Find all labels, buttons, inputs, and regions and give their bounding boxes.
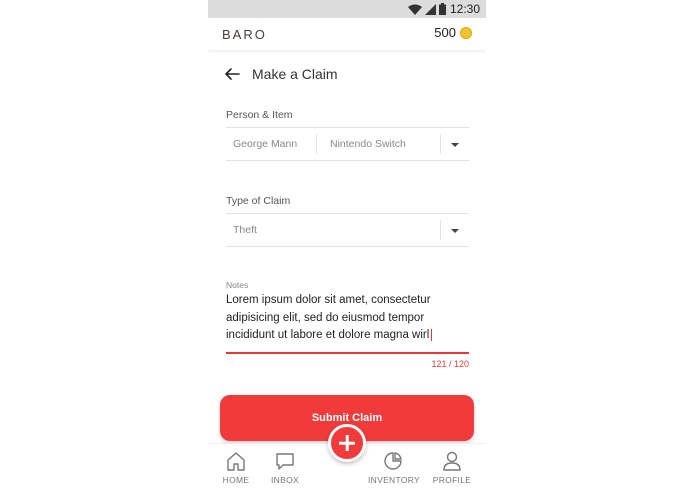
nav-inbox-label: INBOX (271, 475, 299, 485)
divider (440, 220, 441, 240)
status-time: 12:30 (449, 2, 480, 16)
person-value[interactable]: George Mann (233, 138, 297, 150)
page-header: Make a Claim (224, 66, 338, 82)
battery-icon (439, 3, 446, 15)
chevron-down-icon[interactable] (451, 229, 459, 233)
inbox-icon (276, 453, 294, 470)
claim-type-select[interactable]: Theft (226, 213, 469, 247)
coin-balance[interactable]: 500 (434, 25, 472, 40)
notes-underline (226, 352, 469, 354)
cell-signal-icon (425, 3, 436, 15)
inventory-icon (384, 452, 402, 470)
nav-home-label: HOME (222, 475, 250, 485)
nav-profile-label: PROFILE (432, 475, 472, 485)
wifi-icon (408, 4, 422, 15)
page-title: Make a Claim (252, 66, 338, 82)
claim-type-value[interactable]: Theft (233, 224, 257, 236)
coin-icon (460, 26, 472, 39)
add-fab-button[interactable] (328, 424, 366, 462)
divider (440, 134, 441, 154)
text-cursor (431, 328, 433, 341)
character-counter: 121 / 120 (431, 359, 469, 369)
item-value[interactable]: Nintendo Switch (330, 138, 406, 150)
phone-screen: 12:30 BARO 500 Make a Claim Person & Ite… (208, 0, 486, 494)
notes-label: Notes (226, 280, 249, 290)
back-arrow-icon[interactable] (224, 66, 240, 82)
nav-inbox[interactable]: INBOX (260, 450, 310, 485)
coin-balance-value: 500 (434, 25, 456, 40)
status-bar: 12:30 (208, 0, 486, 18)
claim-type-label: Type of Claim (226, 195, 291, 207)
status-icons (408, 3, 446, 15)
divider (316, 134, 317, 154)
app-bar: BARO 500 (208, 18, 486, 50)
notes-text: Lorem ipsum dolor sit amet, consectetur … (226, 294, 431, 341)
nav-inventory-label: INVENTORY (368, 475, 420, 485)
home-icon (227, 452, 245, 471)
brand-logo[interactable]: BARO (222, 27, 267, 42)
nav-home[interactable]: HOME (211, 450, 261, 485)
person-item-label: Person & Item (226, 109, 293, 121)
notes-field[interactable]: Lorem ipsum dolor sit amet, consectetur … (226, 292, 469, 345)
chevron-down-icon[interactable] (451, 143, 459, 147)
person-item-select[interactable]: George Mann Nintendo Switch (226, 127, 469, 161)
profile-icon (443, 451, 461, 471)
nav-profile[interactable]: PROFILE (427, 450, 477, 485)
nav-inventory[interactable]: INVENTORY (368, 450, 420, 485)
